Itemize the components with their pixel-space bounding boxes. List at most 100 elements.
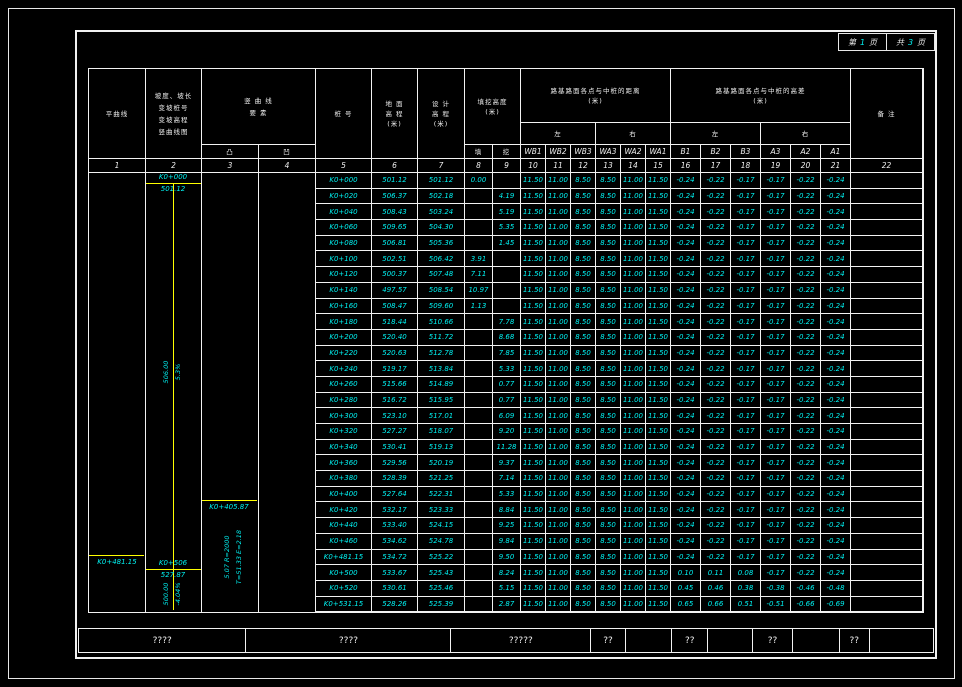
cell-cut-depth: 2.87 — [493, 597, 521, 613]
cell-diff-a1: -0.24 — [821, 502, 851, 518]
cell-dist-wb1: 11.50 — [521, 424, 546, 440]
cell-dist-wb3: 8.50 — [571, 597, 596, 613]
header-fill: 填 — [465, 145, 493, 159]
cell-note — [851, 393, 923, 409]
cell-dist-wa3: 8.50 — [596, 597, 621, 613]
header-fillcut-group: 填挖高度 (米) — [465, 69, 521, 145]
cell-diff-a2: -0.22 — [791, 189, 821, 205]
cell-cut-depth: 5.33 — [493, 487, 521, 503]
cell-dist-wb3: 8.50 — [571, 220, 596, 236]
cell-fill-height — [465, 597, 493, 613]
cell-fill-height — [465, 361, 493, 377]
cell-ground-elev: 509.65 — [372, 220, 418, 236]
title-block-cell: ???? — [246, 629, 451, 652]
cell-dist-wa3: 8.50 — [596, 204, 621, 220]
cell-diff-a2: -0.22 — [791, 502, 821, 518]
cell-diff-a3: -0.17 — [761, 361, 791, 377]
cell-dist-wb1: 11.50 — [521, 518, 546, 534]
cell-dist-wb1: 11.50 — [521, 236, 546, 252]
cell-design-elev: 518.07 — [418, 424, 465, 440]
cell-note — [851, 283, 923, 299]
cell-dist-wa2: 11.00 — [621, 314, 646, 330]
cell-diff-a3: -0.17 — [761, 330, 791, 346]
grade-seg1-length-label: 506.00 — [162, 361, 170, 384]
cell-ground-elev: 520.40 — [372, 330, 418, 346]
cell-dist-wa1: 11.50 — [646, 502, 671, 518]
cell-ground-elev: 532.17 — [372, 502, 418, 518]
cell-station: K0+280 — [316, 393, 372, 409]
cell-note — [851, 518, 923, 534]
cell-fill-height — [465, 236, 493, 252]
cell-station: K0+360 — [316, 455, 372, 471]
cell-dist-wa2: 11.00 — [621, 393, 646, 409]
cell-station: K0+440 — [316, 518, 372, 534]
cell-station: K0+140 — [316, 283, 372, 299]
cell-diff-b2: -0.22 — [701, 471, 731, 487]
cell-diff-a3: -0.17 — [761, 534, 791, 550]
cell-ground-elev: 516.72 — [372, 393, 418, 409]
cell-dist-wa1: 11.50 — [646, 471, 671, 487]
cell-station: K0+320 — [316, 424, 372, 440]
cell-diff-a3: -0.17 — [761, 236, 791, 252]
cell-station: K0+160 — [316, 299, 372, 315]
cell-diff-b2: -0.22 — [701, 455, 731, 471]
cell-fill-height: 1.13 — [465, 299, 493, 315]
cell-ground-elev: 528.26 — [372, 597, 418, 613]
cell-diff-a1: -0.24 — [821, 518, 851, 534]
header-convex: 凸 — [202, 145, 259, 159]
total-number: 3 — [908, 38, 913, 47]
cell-dist-wb2: 11.00 — [546, 299, 571, 315]
cell-diff-b1: -0.24 — [671, 283, 701, 299]
cell-design-elev: 520.19 — [418, 455, 465, 471]
cell-diff-a3: -0.17 — [761, 204, 791, 220]
cell-dist-wa3: 8.50 — [596, 377, 621, 393]
cell-diff-a1: -0.24 — [821, 440, 851, 456]
cell-diff-a1: -0.24 — [821, 346, 851, 362]
cell-diff-b3: -0.17 — [731, 440, 761, 456]
cell-cut-depth: 7.85 — [493, 346, 521, 362]
panel-horizontal-curve — [89, 173, 146, 612]
cell-diff-b2: -0.22 — [701, 518, 731, 534]
cell-dist-wb1: 11.50 — [521, 393, 546, 409]
cell-dist-wb3: 8.50 — [571, 518, 596, 534]
cell-diff-b1: -0.24 — [671, 267, 701, 283]
header-b1: B1 — [671, 145, 701, 159]
cell-fill-height — [465, 314, 493, 330]
cell-dist-wb1: 11.50 — [521, 565, 546, 581]
column-number-cell: 3 — [202, 159, 259, 173]
cell-dist-wa2: 11.00 — [621, 173, 646, 189]
cell-dist-wb2: 11.00 — [546, 534, 571, 550]
cell-diff-b2: -0.22 — [701, 314, 731, 330]
title-block-cell: ?? — [672, 629, 708, 652]
sheet-number: 1 — [860, 38, 865, 47]
cell-dist-wb1: 11.50 — [521, 471, 546, 487]
cell-fill-height — [465, 408, 493, 424]
cell-ground-elev: 534.72 — [372, 550, 418, 566]
cell-diff-a1: -0.24 — [821, 173, 851, 189]
cell-dist-wa2: 11.00 — [621, 471, 646, 487]
cell-diff-a2: -0.22 — [791, 314, 821, 330]
column-number-cell: 17 — [701, 159, 731, 173]
cell-diff-a1: -0.24 — [821, 565, 851, 581]
cell-diff-a2: -0.22 — [791, 487, 821, 503]
cell-diff-b3: -0.17 — [731, 518, 761, 534]
cell-cut-depth — [493, 283, 521, 299]
cell-station: K0+060 — [316, 220, 372, 236]
header-design-line2: 高 程 — [432, 109, 450, 119]
cell-diff-a2: -0.22 — [791, 565, 821, 581]
cell-cut-depth: 5.19 — [493, 204, 521, 220]
cell-dist-wa1: 11.50 — [646, 550, 671, 566]
cell-ground-elev: 528.39 — [372, 471, 418, 487]
cell-fill-height — [465, 565, 493, 581]
cell-ground-elev: 527.27 — [372, 424, 418, 440]
cell-cut-depth: 9.20 — [493, 424, 521, 440]
cell-diff-b3: -0.17 — [731, 189, 761, 205]
cell-dist-wb1: 11.50 — [521, 377, 546, 393]
cell-cut-depth: 8.68 — [493, 330, 521, 346]
cell-dist-wa1: 11.50 — [646, 518, 671, 534]
cell-dist-wb2: 11.00 — [546, 189, 571, 205]
cell-dist-wa3: 8.50 — [596, 565, 621, 581]
header-vcurve-title1: 竖 曲 线 — [244, 95, 273, 107]
vcurve-tick-line — [202, 500, 257, 501]
cell-diff-b1: -0.24 — [671, 518, 701, 534]
